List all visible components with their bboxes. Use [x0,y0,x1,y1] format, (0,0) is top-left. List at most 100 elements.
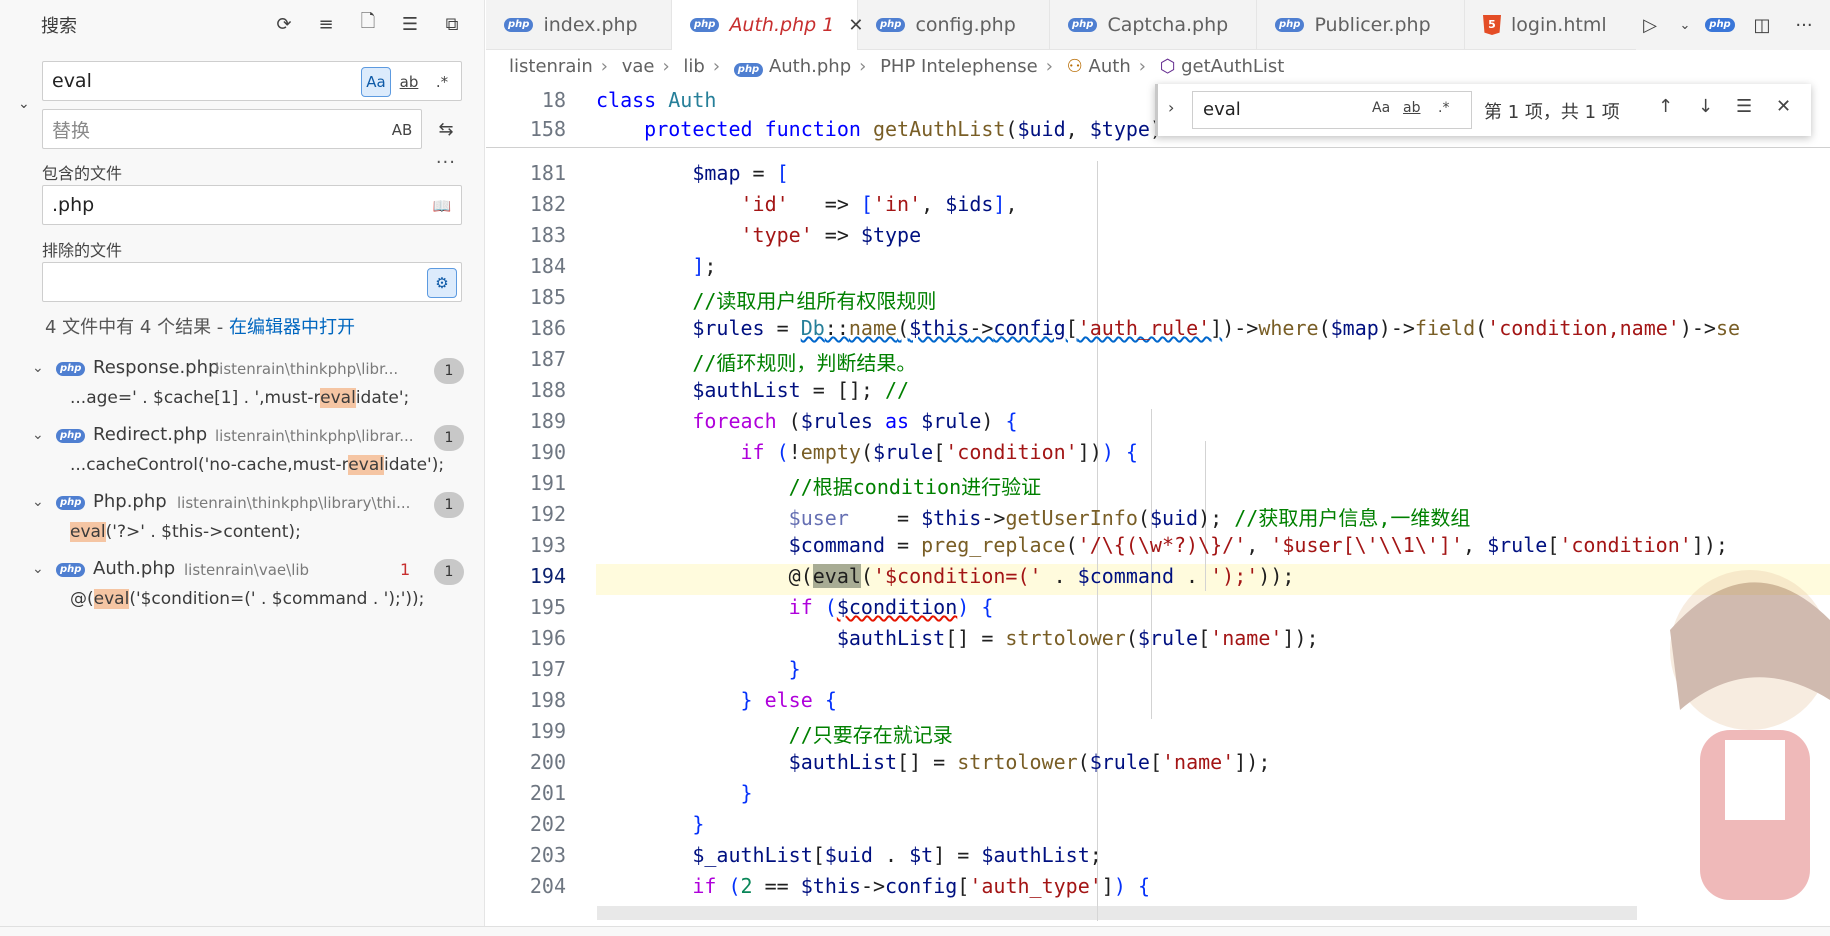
php-file-icon: php [1068,18,1098,32]
result-file-path: listenrain\vae\lib [184,561,310,579]
find-input-value: eval [1203,99,1241,120]
breadcrumb-item[interactable]: lib [683,56,704,77]
chevron-right-icon: › [1138,56,1146,77]
find-widget: › eval Aa ab .* 第 1 项，共 1 项 ↑ ↓ ☰ ✕ [1155,84,1811,136]
view-as-tree-icon[interactable]: ☰ [396,10,424,38]
chevron-down-icon[interactable]: ⌄ [32,360,44,376]
tab-login-html[interactable]: 5 login.html [1465,0,1645,50]
find-whole-word-toggle[interactable]: ab [1403,100,1420,116]
split-editor-icon[interactable]: ◫ [1748,11,1776,39]
use-exclude-settings-icon[interactable]: ⚙ [427,268,457,298]
use-regex-toggle[interactable]: .* [427,67,457,97]
code-line: } [692,812,705,836]
breadcrumb-item[interactable]: Auth.php [769,56,851,77]
code-editor[interactable]: 181 182 183 184 185 186 187 188 189 190 191 192 193 1… [486,161,1830,921]
code-line: $user = $this->getUserInfo($uid); //获取用户… [788,506,1471,530]
tab-captcha-php[interactable]: php Captcha.php [1050,0,1257,50]
result-match-line[interactable]: ...age=' . $cache[1] . ',must-revalidate… [70,388,409,408]
result-file-auth[interactable]: ⌄ php Auth.php listenrain\vae\lib 1 1 [0,554,485,588]
result-match-line[interactable]: ...cacheControl('no-cache,must-revalidat… [70,455,444,475]
toggle-replace-icon[interactable]: ⌄ [18,96,30,112]
results-summary: 4 文件中有 4 个结果 - 在编辑器中打开 [45,313,355,339]
preserve-case-toggle[interactable]: AB [387,115,417,145]
chevron-down-icon[interactable]: ⌄ [32,561,44,577]
tab-index-php[interactable]: php index.php [486,0,672,50]
clear-results-icon[interactable]: ≡ [312,10,340,38]
open-editors-only-icon[interactable]: 📖 [427,191,457,221]
new-search-editor-icon[interactable]: 🗋 [354,10,382,38]
line-number: 18 [541,88,566,112]
chevron-down-icon[interactable]: ⌄ [1678,11,1692,39]
result-file-redirect[interactable]: ⌄ php Redirect.php listenrain\thinkphp\l… [0,420,485,454]
tab-label: Captcha.php [1107,14,1229,36]
php-file-icon: php [504,18,534,32]
code-line: $authList[] = strtolower($rule['name']); [788,750,1271,774]
line-number: 191 [529,471,566,495]
line-number: 186 [529,316,566,340]
code-line: $command = preg_replace('/\{(\w*?)\}/', … [788,533,1728,557]
result-match-line[interactable]: @(eval('$condition=(' . $command . ');')… [70,589,424,609]
exclude-files-input[interactable]: ⚙ [42,262,462,302]
match-prefix: ...age=' . $cache[1] . ',must-r [70,388,321,408]
next-match-icon[interactable]: ↓ [1698,96,1713,117]
search-input[interactable]: eval Aa ab .* [42,61,462,101]
result-file-response[interactable]: ⌄ php Response.php listenrain\thinkphp\l… [0,353,485,387]
find-in-selection-icon[interactable]: ☰ [1736,96,1752,117]
code-line: $authList[] = strtolower($rule['name']); [836,626,1319,650]
find-regex-toggle[interactable]: .* [1438,100,1449,116]
find-match-case-toggle[interactable]: Aa [1372,100,1390,116]
find-result-count: 第 1 项，共 1 项 [1484,102,1620,123]
find-input[interactable]: eval [1192,91,1472,129]
code-line: //读取用户组所有权限规则 [692,289,937,313]
tab-config-php[interactable]: php config.php [858,0,1050,50]
include-files-value: .php [52,194,95,216]
method-symbol-icon: ⬡ [1159,56,1176,77]
breadcrumb-item[interactable]: vae [622,56,655,77]
match-whole-word-toggle[interactable]: ab [394,67,424,97]
replace-input[interactable]: 替换 AB [42,109,422,149]
breadcrumb-item[interactable]: Auth [1089,56,1131,77]
line-number: 189 [529,409,566,433]
include-files-input[interactable]: .php 📖 [42,185,462,225]
code-line: if (!empty($rule['condition'])) { [740,440,1138,464]
refresh-icon[interactable]: ⟳ [270,10,298,38]
collapse-all-icon[interactable]: ⧉ [438,10,466,38]
status-bar [0,926,1830,936]
run-icon[interactable]: ▷ [1636,11,1664,39]
replace-all-icon[interactable]: ⇆ [432,115,460,143]
chevron-down-icon[interactable]: ⌄ [32,427,44,443]
code-line: $rules = Db::name($this->config['auth_ru… [692,316,1741,340]
exclude-files-label: 排除的文件 [42,241,123,260]
line-number: 194 [529,564,566,588]
php-debug-icon[interactable]: php [1705,11,1735,39]
breadcrumb-item[interactable]: getAuthList [1181,56,1284,77]
code-line: //循环规则，判断结果。 [692,351,917,375]
horizontal-scrollbar[interactable] [597,906,1637,920]
open-in-editor-link[interactable]: 在编辑器中打开 [229,317,355,338]
tab-publicer-php[interactable]: php Publicer.php [1257,0,1465,50]
tab-label: index.php [543,14,638,36]
tab-auth-php[interactable]: php Auth.php 1 ✕ [672,0,863,50]
chevron-down-icon[interactable]: ⌄ [32,494,44,510]
tab-label: config.php [915,14,1016,36]
line-number: 200 [529,750,566,774]
more-actions-icon[interactable]: ··· [1790,11,1818,39]
more-options-icon[interactable]: ··· [436,152,456,173]
match-case-toggle[interactable]: Aa [361,67,391,97]
breadcrumb-item[interactable]: listenrain [509,56,593,77]
tab-label: Auth.php 1 [729,14,835,36]
result-match-line[interactable]: eval('?>' . $this->content); [70,522,301,542]
result-file-php[interactable]: ⌄ php Php.php listenrain\thinkphp\librar… [0,487,485,521]
breadcrumb: listenrain › vae › lib › php Auth.php › PHP … [509,56,1284,77]
breadcrumb-item[interactable]: PHP Intelephense [880,56,1038,77]
previous-match-icon[interactable]: ↑ [1658,96,1673,117]
match-suffix: ('$condition=(' . $command . ');')); [129,589,425,609]
sidebar-title: 搜索 [41,16,77,37]
result-file-name: Php.php [93,491,167,512]
result-file-path: listenrain\thinkphp\libr... [215,360,399,378]
toggle-replace-icon[interactable]: › [1168,98,1174,117]
line-number: 196 [529,626,566,650]
problems-count: 1 [400,560,411,579]
close-icon[interactable]: ✕ [1776,96,1791,117]
result-file-path: listenrain\thinkphp\librar... [215,427,414,445]
